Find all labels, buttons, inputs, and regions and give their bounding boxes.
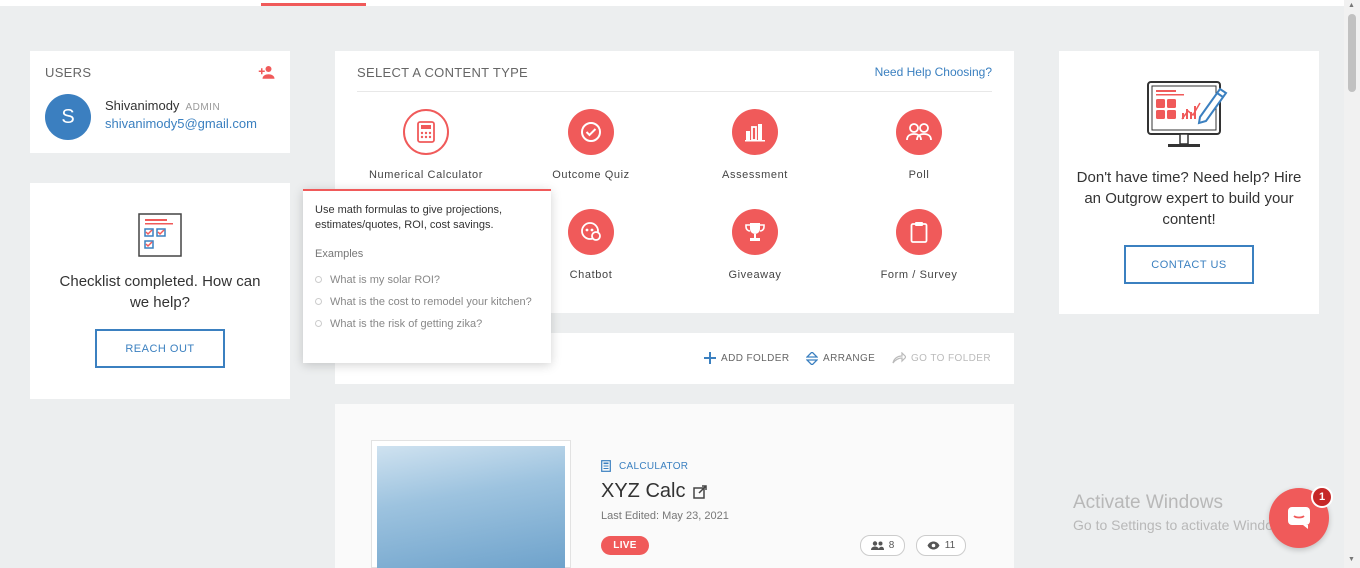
windows-watermark-title: Activate Windows	[1073, 492, 1223, 513]
need-help-link[interactable]: Need Help Choosing?	[875, 65, 992, 79]
content-type-header: SELECT A CONTENT TYPE	[357, 65, 529, 80]
notification-badge: 1	[1311, 486, 1333, 508]
numerical-calculator-tooltip: Use math formulas to give projections, e…	[303, 189, 551, 363]
status-badge: LIVE	[601, 536, 649, 555]
example-text: What is the cost to remodel your kitchen…	[330, 296, 532, 308]
scroll-down-icon[interactable]: ▼	[1348, 556, 1355, 563]
list-item: What is the cost to remodel your kitchen…	[315, 293, 540, 311]
content-category: CALCULATOR	[601, 460, 688, 472]
user-email[interactable]: shivanimody5@gmail.com	[105, 116, 257, 131]
users-count-badge[interactable]: 8	[860, 535, 905, 556]
active-tab-indicator	[261, 3, 366, 6]
content-title[interactable]: XYZ Calc	[601, 480, 685, 503]
users-icon	[896, 109, 942, 155]
avatar: S	[45, 94, 91, 140]
clipboard-icon	[896, 209, 942, 255]
reach-out-button[interactable]: REACH OUT	[95, 329, 225, 368]
contact-us-button[interactable]: CONTACT US	[1124, 245, 1254, 284]
content-type-outcome-quiz[interactable]: Outcome Quiz	[521, 109, 661, 181]
user-name: Shivanimody	[105, 98, 180, 113]
content-card[interactable]: CALCULATOR XYZ Calc Last Edited: May 23,…	[335, 404, 1014, 568]
content-thumbnail[interactable]	[371, 440, 571, 568]
content-type-form-survey[interactable]: Form / Survey	[849, 209, 989, 281]
scrollbar-thumb[interactable]	[1348, 14, 1356, 92]
content-type-assessment[interactable]: Assessment	[685, 109, 825, 181]
tooltip-examples-list: What is my solar ROI? What is the cost t…	[315, 271, 540, 337]
add-folder-label: ADD FOLDER	[721, 352, 790, 364]
add-user-icon[interactable]	[258, 65, 276, 79]
arrange-icon	[806, 352, 818, 365]
content-type-giveaway[interactable]: Giveaway	[685, 209, 825, 281]
tooltip-description: Use math formulas to give projections, e…	[315, 204, 503, 231]
content-type-label: Giveaway	[728, 269, 782, 281]
example-text: What is the risk of getting zika?	[330, 318, 483, 330]
checklist-icon	[138, 213, 182, 257]
plus-icon	[704, 352, 716, 364]
category-label: CALCULATOR	[619, 460, 689, 472]
chat-icon	[568, 209, 614, 255]
users-count: 8	[888, 540, 895, 551]
go-to-folder-button[interactable]: GO TO FOLDER	[892, 352, 991, 364]
content-type-poll[interactable]: Poll	[849, 109, 989, 181]
example-text: What is my solar ROI?	[330, 274, 441, 286]
users-icon	[870, 541, 884, 550]
content-type-label: Outcome Quiz	[552, 169, 630, 181]
divider	[357, 91, 992, 92]
go-to-folder-label: GO TO FOLDER	[911, 352, 992, 364]
content-type-label: Numerical Calculator	[368, 169, 484, 181]
bar-chart-icon	[732, 109, 778, 155]
content-type-label: Assessment	[722, 169, 788, 181]
content-type-label: Poll	[908, 169, 930, 181]
hire-expert-text: Don't have time? Need help? Hire an Outg…	[1076, 169, 1302, 228]
user-name-row: Shivanimody ADMIN	[105, 98, 220, 113]
views-count-badge[interactable]: 11	[916, 535, 966, 556]
top-nav-bar	[0, 0, 1344, 6]
windows-watermark-subtitle: Go to Settings to activate Windows.	[1073, 517, 1294, 533]
check-circle-icon	[568, 109, 614, 155]
list-item: What is my solar ROI?	[315, 271, 540, 289]
scrollbar[interactable]: ▲ ▼	[1344, 0, 1360, 568]
monitor-design-icon	[1147, 81, 1228, 147]
users-card: USERS S Shivanimody ADMIN shivanimody5@gm…	[30, 51, 290, 153]
trophy-icon	[732, 209, 778, 255]
list-item: What is the risk of getting zika?	[315, 315, 540, 333]
arrange-button[interactable]: ARRANGE	[806, 352, 875, 365]
arrange-label: ARRANGE	[823, 353, 876, 364]
content-title-row: XYZ Calc	[601, 480, 708, 503]
share-arrow-icon	[892, 352, 906, 364]
bullet-icon	[315, 276, 322, 283]
hire-expert-card: Don't have time? Need help? Hire an Outg…	[1059, 51, 1319, 314]
users-header: USERS	[45, 65, 92, 80]
add-folder-button[interactable]: ADD FOLDER	[704, 352, 789, 364]
calculator-icon	[403, 109, 449, 155]
checklist-card: Checklist completed. How can we help? RE…	[30, 183, 290, 399]
scroll-up-icon[interactable]: ▲	[1348, 2, 1355, 9]
tooltip-examples-header: Examples	[315, 248, 364, 260]
calculator-icon	[601, 460, 611, 472]
last-edited: Last Edited: May 23, 2021	[601, 510, 729, 522]
eye-icon	[927, 541, 940, 550]
content-type-numerical-calculator[interactable]: Numerical Calculator	[356, 109, 496, 181]
checklist-text: Checklist completed. How can we help?	[59, 273, 261, 311]
bullet-icon	[315, 320, 322, 327]
bullet-icon	[315, 298, 322, 305]
user-role: ADMIN	[185, 102, 221, 113]
views-count: 11	[944, 540, 956, 551]
chat-bubble-icon	[1288, 507, 1310, 529]
external-link-icon[interactable]	[693, 484, 708, 499]
content-type-label: Form / Survey	[880, 269, 958, 281]
thumbnail-image	[377, 446, 565, 568]
